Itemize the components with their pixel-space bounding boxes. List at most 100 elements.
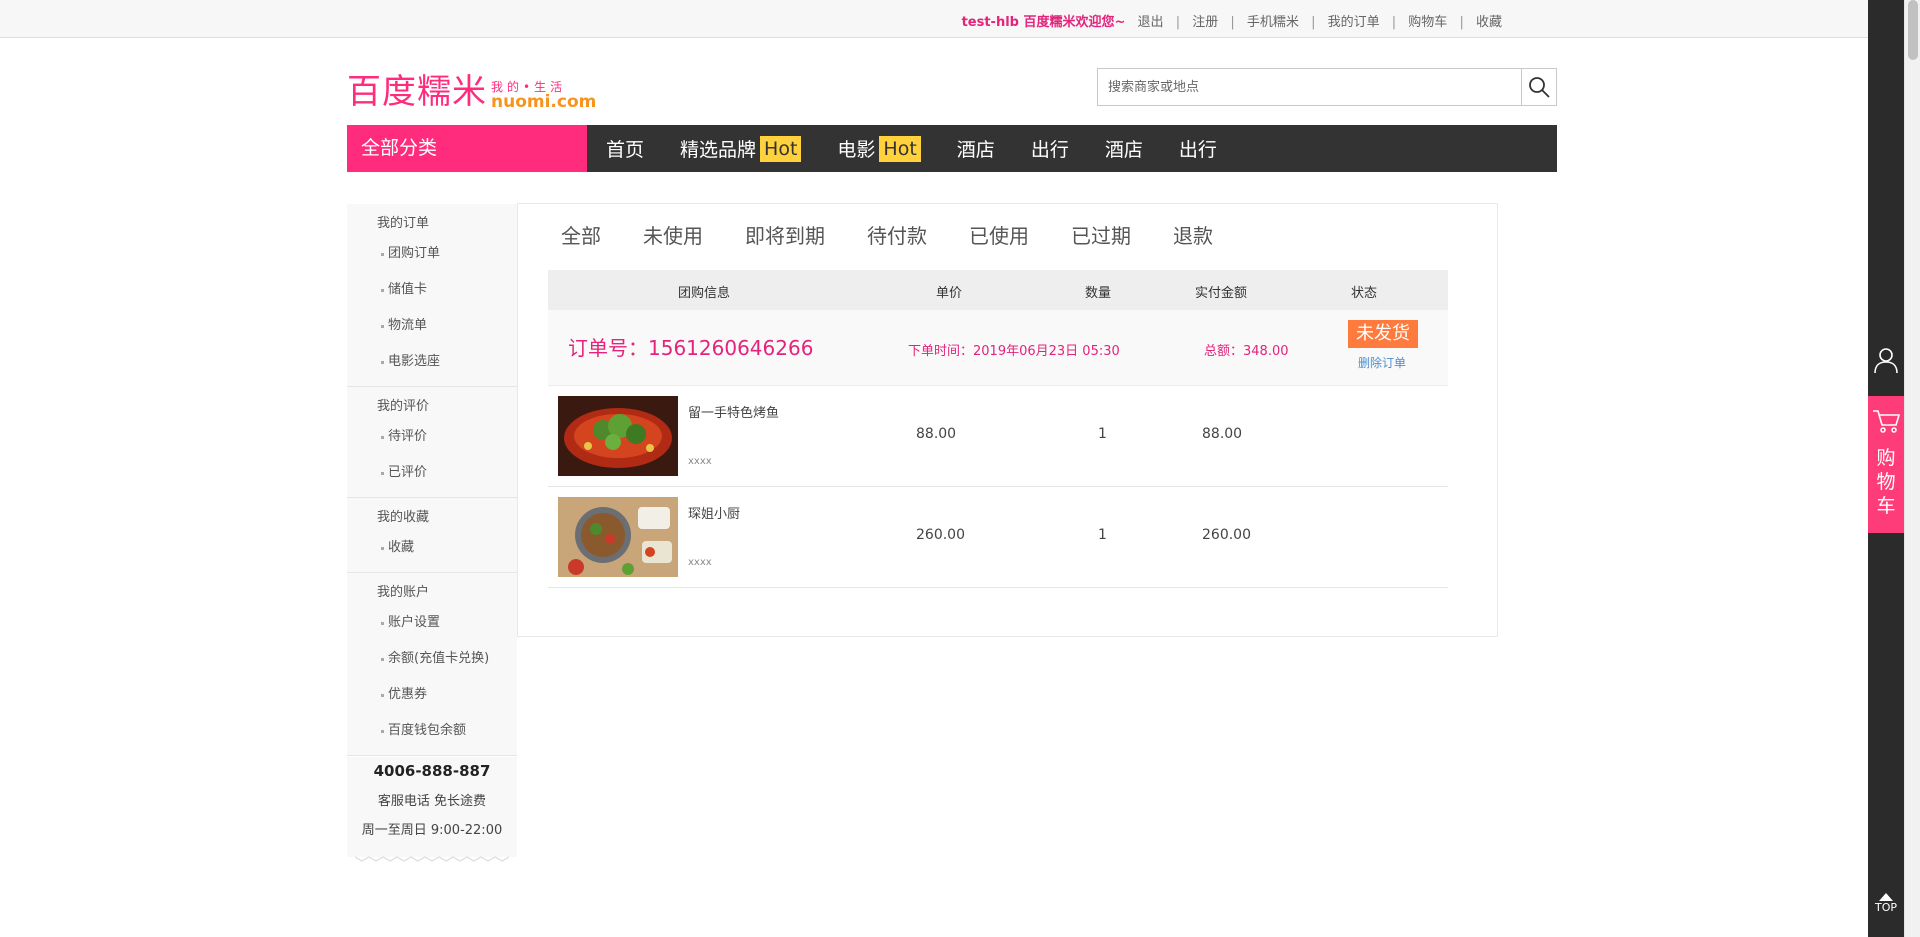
item-quantity: 1 [1098, 426, 1107, 442]
item-quantity: 1 [1098, 527, 1107, 543]
top-label: TOP [1874, 901, 1897, 914]
tab-refund[interactable]: 退款 [1173, 221, 1213, 251]
column-header: 单价 [936, 286, 963, 301]
menu-title: 我的订单 [377, 216, 430, 231]
status-badge: 未发货 [1348, 320, 1418, 348]
cart-link[interactable]: 购物车 [1408, 15, 1447, 30]
main-nav: 全部分类 首页 精选品牌 Hot 电影 Hot 酒店 出行 酒店 出行 [347, 125, 1557, 172]
tab-expiring[interactable]: 即将到期 [745, 221, 825, 251]
divider: | [1391, 15, 1397, 30]
cart-label: 购物车 [1876, 447, 1896, 517]
order-summary-row: 订单号：1561260646266 下单时间：2019年06月23日 05:30… [548, 310, 1448, 386]
account-sidebar: 我的订单 团购订单 储值卡 物流单 电影选座 我的评价 待评价 已评价 我的收藏… [347, 204, 517, 756]
register-link[interactable]: 注册 [1192, 15, 1218, 30]
item-unit-price: 260.00 [916, 527, 965, 543]
item-paid-amount: 260.00 [1202, 527, 1251, 543]
sidebar-item-wallet[interactable]: 百度钱包余额 [347, 715, 517, 751]
column-header: 团购信息 [678, 286, 731, 301]
nav-item-travel-2[interactable]: 出行 [1179, 135, 1217, 162]
divider: | [1311, 15, 1316, 30]
nav-item-label: 电影 [837, 139, 876, 161]
my-orders-link[interactable]: 我的订单 [1328, 15, 1380, 30]
sidebar-item-group-orders[interactable]: 团购订单 [347, 238, 517, 274]
sidebar-item-stored-card[interactable]: 储值卡 [347, 274, 517, 310]
nav-item-label: 酒店 [956, 139, 995, 161]
user-icon[interactable] [1872, 346, 1900, 374]
logout-link[interactable]: 退出 [1138, 15, 1164, 30]
grilled-fish-image[interactable] [558, 396, 678, 476]
item-name[interactable]: 琛姐小厨 [688, 503, 740, 522]
favorites-link[interactable]: 收藏 [1476, 15, 1502, 30]
order-number: 1561260646266 [648, 336, 814, 360]
column-header: 状态 [1351, 286, 1378, 301]
tab-all[interactable]: 全部 [561, 221, 601, 251]
tab-unused[interactable]: 未使用 [643, 221, 703, 251]
all-categories-button[interactable]: 全部分类 [347, 125, 587, 172]
menu-group-orders: 我的订单 团购订单 储值卡 物流单 电影选座 [347, 204, 517, 387]
scrollbar-thumb[interactable] [1908, 0, 1918, 60]
nav-item-label: 出行 [1178, 139, 1217, 161]
nav-item-brands[interactable]: 精选品牌 Hot [680, 135, 802, 162]
back-to-top-button[interactable]: TOP [1868, 893, 1904, 923]
welcome-text: test-hlb 百度糯米欢迎您~ [961, 15, 1126, 30]
customer-service-box: 4006-888-887 客服电话 免长途费 周一至周日 9:00-22:00 [347, 757, 517, 862]
nav-item-hotel-2[interactable]: 酒店 [1105, 135, 1143, 162]
hot-badge: Hot [879, 135, 921, 162]
search-icon [1529, 77, 1550, 98]
site-logo[interactable]: 百度糯米 我的•生活 nuomi.com [347, 70, 597, 112]
delete-order-link[interactable]: 删除订单 [1358, 354, 1406, 371]
menu-group-reviews: 我的评价 待评价 已评价 [347, 387, 517, 498]
order-tabs: 全部 未使用 即将到期 待付款 已使用 已过期 退款 [561, 221, 1255, 251]
sidebar-item-balance[interactable]: 余额(充值卡兑换) [347, 643, 517, 679]
menu-title: 我的账户 [377, 585, 430, 600]
sidebar-item-movie-seats[interactable]: 电影选座 [347, 346, 517, 382]
tab-expired[interactable]: 已过期 [1071, 221, 1131, 251]
item-unit-price: 88.00 [916, 426, 957, 442]
sidebar-item-logistics[interactable]: 物流单 [347, 310, 517, 346]
scrollbar[interactable] [1904, 0, 1920, 937]
divider: | [1459, 15, 1464, 30]
top-links: test-hlb 百度糯米欢迎您~ 退出 | 注册 | 手机糯米 | 我的订单 … [962, 11, 1502, 30]
service-note: 客服电话 免长途费 [377, 794, 487, 809]
order-time: 下单时间：2019年06月23日 05:30 [908, 344, 1120, 359]
sidebar-item-coupons[interactable]: 优惠券 [347, 679, 517, 715]
mobile-nuomi-link[interactable]: 手机糯米 [1247, 15, 1299, 30]
table-row: 琛姐小厨 xxxx 260.00 1 260.00 [548, 487, 1448, 588]
sidebar-item-pending-review[interactable]: 待评价 [347, 421, 517, 457]
search-input[interactable] [1098, 69, 1521, 105]
top-bar: test-hlb 百度糯米欢迎您~ 退出 | 注册 | 手机糯米 | 我的订单 … [0, 0, 1868, 38]
item-name[interactable]: 留一手特色烤鱼 [688, 402, 779, 421]
nav-item-home[interactable]: 首页 [606, 135, 644, 162]
column-header: 实付金额 [1195, 286, 1248, 301]
sidebar-item-account-settings[interactable]: 账户设置 [347, 607, 517, 643]
divider: | [1230, 15, 1235, 30]
service-phone: 4006-888-887 [373, 762, 491, 780]
floating-cart-button[interactable]: 购物车 [1868, 396, 1904, 533]
item-subtitle: xxxx [688, 557, 712, 568]
item-subtitle: xxxx [688, 456, 712, 467]
cart-icon [1873, 410, 1901, 433]
tab-used[interactable]: 已使用 [969, 221, 1029, 251]
nav-item-label: 酒店 [1104, 139, 1143, 161]
arrow-up-icon [1879, 893, 1893, 901]
tab-pending-payment[interactable]: 待付款 [867, 221, 927, 251]
menu-title: 我的评价 [377, 399, 430, 414]
hotpot-dishes-image[interactable] [558, 497, 678, 577]
order-total: 总额：348.00 [1204, 344, 1289, 359]
nav-item-hotel[interactable]: 酒店 [957, 135, 995, 162]
column-header: 数量 [1085, 286, 1112, 301]
nav-item-label: 出行 [1030, 139, 1069, 161]
search-box [1097, 68, 1557, 106]
sidebar-item-reviewed[interactable]: 已评价 [347, 457, 517, 493]
logo-en-text: nuomi.com [491, 92, 597, 112]
nav-item-movies[interactable]: 电影 Hot [837, 135, 921, 162]
table-header: 团购信息 单价 数量 实付金额 状态 [548, 270, 1448, 310]
search-button[interactable] [1521, 69, 1556, 105]
nav-item-travel[interactable]: 出行 [1031, 135, 1069, 162]
menu-title: 我的收藏 [377, 510, 430, 525]
hot-badge: Hot [760, 135, 802, 162]
sidebar-item-favorites[interactable]: 收藏 [347, 532, 517, 568]
divider: | [1175, 15, 1181, 30]
orders-panel: 全部 未使用 即将到期 待付款 已使用 已过期 退款 团购信息 单价 数量 实付… [517, 203, 1498, 637]
order-number-label: 订单号： [568, 336, 648, 360]
